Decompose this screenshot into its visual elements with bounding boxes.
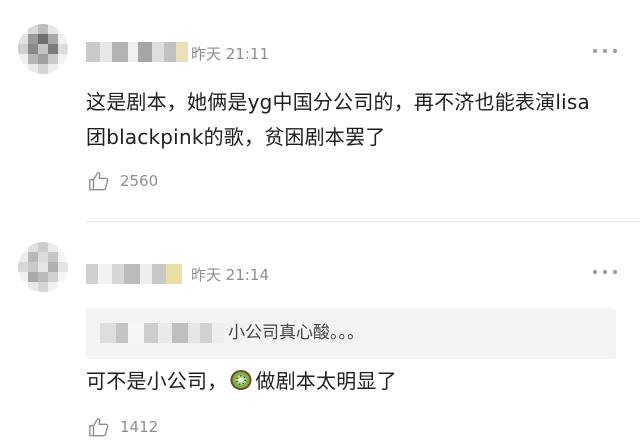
username-blurred[interactable] — [86, 42, 188, 62]
quoted-reply[interactable]: 小公司真心酸。。。 — [86, 308, 616, 359]
like-count: 2560 — [120, 172, 159, 190]
username-blurred[interactable] — [86, 264, 182, 284]
like-count: 1412 — [120, 418, 159, 436]
comment-text: 可不是小公司， 做剧本太明显了 — [86, 364, 600, 399]
comment-text-part: 可不是小公司， — [86, 369, 228, 393]
like-button[interactable]: 1412 — [88, 416, 158, 438]
comment-item: 昨天 21:14 小公司真心酸。。。 可不是小公司， 做剧本太明显了 1412 — [0, 226, 640, 445]
more-dots-icon[interactable] — [593, 47, 617, 55]
thumbs-up-icon — [89, 418, 109, 437]
avatar[interactable] — [18, 24, 68, 74]
more-dots-icon[interactable] — [593, 268, 617, 276]
comment-text-part: 做剧本太明显了 — [255, 369, 397, 393]
comment-timestamp: 昨天 21:11 — [191, 45, 269, 63]
avatar[interactable] — [18, 242, 68, 292]
comment-item: 昨天 21:11 这是剧本，她俩是yg中国分公司的，再不济也能表演lisa团bl… — [0, 0, 640, 222]
thumbs-up-icon — [89, 172, 109, 191]
divider — [86, 221, 640, 222]
comment-text: 这是剧本，她俩是yg中国分公司的，再不济也能表演lisa团blackpink的歌… — [86, 90, 590, 149]
comment-timestamp: 昨天 21:14 — [191, 266, 269, 284]
quoted-text: 小公司真心酸。。。 — [228, 323, 364, 343]
quoted-username-blurred — [100, 323, 224, 343]
kiwi-emoji-icon — [230, 370, 252, 390]
like-button[interactable]: 2560 — [88, 170, 158, 192]
